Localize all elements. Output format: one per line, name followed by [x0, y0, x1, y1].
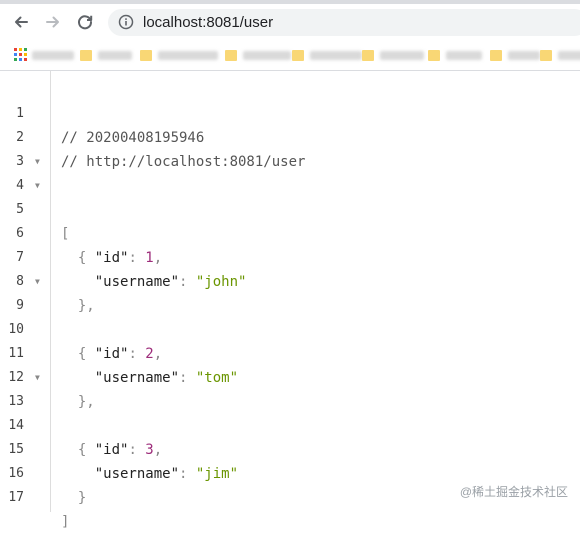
- browser-toolbar: localhost:8081/user: [0, 4, 580, 40]
- reload-button[interactable]: [73, 10, 97, 34]
- code-line: 4 ▼ [: [0, 150, 580, 242]
- bookmarks-bar: [0, 40, 580, 71]
- bookmark-folder[interactable]: [428, 48, 482, 62]
- info-icon[interactable]: [118, 14, 134, 30]
- code-line: 12 },: [0, 342, 580, 410]
- folder-icon: [292, 49, 304, 61]
- bookmark-folder[interactable]: [292, 48, 362, 62]
- back-arrow-icon: [15, 16, 28, 28]
- fold-toggle-icon[interactable]: ▼: [35, 150, 40, 174]
- code-line: 15 "username": "jim": [0, 414, 580, 482]
- code-line: 3: [0, 126, 580, 169]
- address-bar[interactable]: localhost:8081/user: [108, 9, 580, 36]
- folder-icon: [540, 49, 552, 61]
- folder-icon: [490, 49, 502, 61]
- folder-icon: [80, 49, 92, 61]
- folder-icon: [362, 49, 374, 61]
- fold-toggle-icon[interactable]: ▼: [35, 366, 40, 390]
- forward-arrow-icon: [46, 16, 59, 28]
- code-line: 10 "id": 2,: [0, 294, 580, 362]
- folder-icon: [140, 49, 152, 61]
- back-button[interactable]: [9, 10, 33, 34]
- url-text: localhost:8081/user: [143, 14, 274, 31]
- object-close-brace: }: [77, 490, 87, 506]
- watermark: @稀土掘金技术社区: [459, 485, 568, 499]
- folder-icon: [428, 49, 440, 61]
- fold-toggle-icon[interactable]: ▼: [35, 270, 40, 294]
- code-line: 1 // 20200408195946: [0, 78, 580, 146]
- code-line: 14 "id": 3,: [0, 390, 580, 458]
- fold-toggle-icon[interactable]: ▼: [35, 174, 40, 198]
- bookmark-folder[interactable]: [490, 48, 540, 62]
- code-line: 16 }: [0, 438, 580, 506]
- folder-icon: [225, 49, 237, 61]
- code-line: 6 "id": 1,: [0, 198, 580, 266]
- reload-icon: [78, 15, 93, 30]
- bookmark-item[interactable]: [32, 48, 74, 62]
- code-line: 7 "username": "john": [0, 222, 580, 290]
- code-line: 2 // http://localhost:8081/user: [0, 102, 580, 170]
- bookmark-folder[interactable]: [140, 48, 218, 62]
- bookmark-folder[interactable]: [225, 48, 291, 62]
- forward-button[interactable]: [41, 10, 65, 34]
- line-number: 17: [8, 490, 24, 505]
- bookmark-folder[interactable]: [80, 48, 132, 62]
- code-line: 8 },: [0, 246, 580, 314]
- code-line: 13 ▼ {: [0, 366, 580, 458]
- array-close-bracket: ]: [61, 514, 70, 530]
- bookmark-folder[interactable]: [362, 48, 424, 62]
- apps-icon[interactable]: [14, 48, 27, 61]
- code-line: 9 ▼ {: [0, 270, 580, 362]
- json-viewer: 1 // 20200408195946 2 // http://localhos…: [0, 78, 580, 530]
- bookmark-folder[interactable]: [540, 48, 580, 62]
- code-line: 5 ▼ {: [0, 174, 580, 266]
- code-line: 11 "username": "tom": [0, 318, 580, 386]
